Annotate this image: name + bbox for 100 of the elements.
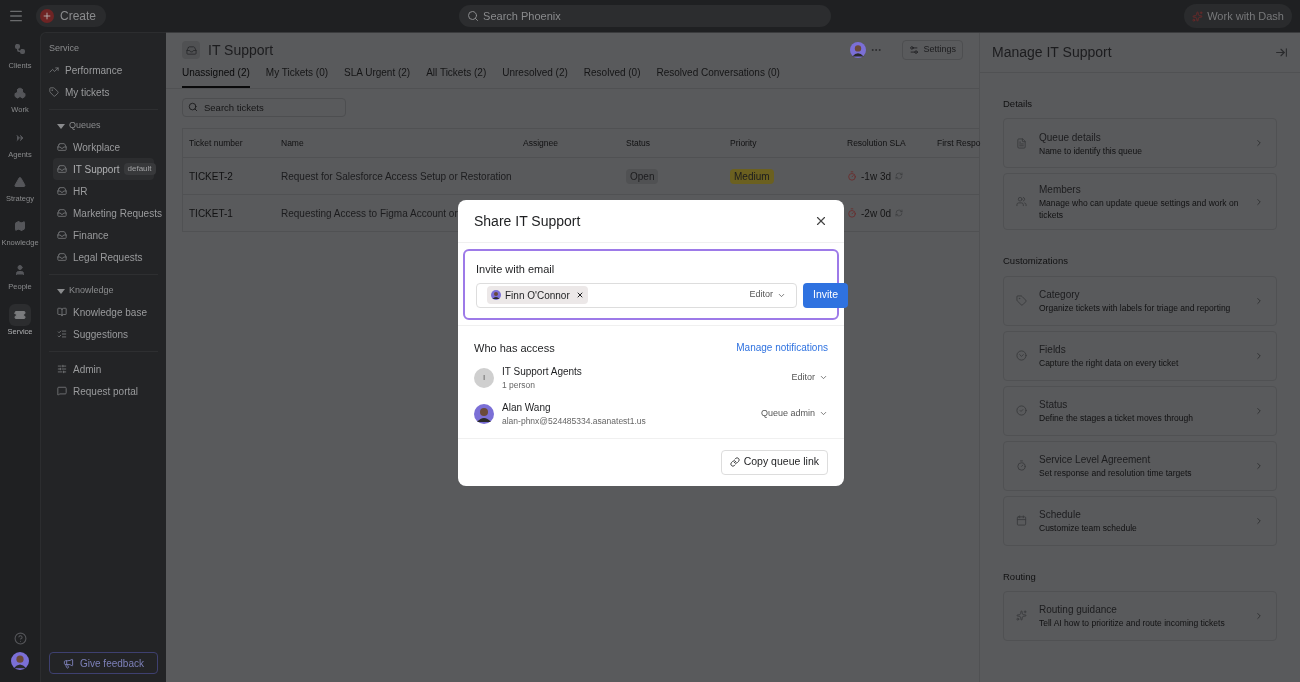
card-title: Routing guidance xyxy=(1039,603,1118,618)
tab[interactable]: All Tickets (2) xyxy=(426,65,487,88)
sidebar-item[interactable]: Admin xyxy=(53,358,106,380)
work-with-dash-button[interactable]: Work with Dash xyxy=(1184,4,1292,28)
remove-icon[interactable] xyxy=(575,291,584,299)
grid-icon xyxy=(14,87,26,100)
sidebar-item[interactable]: Workplace xyxy=(53,136,125,158)
inbox-icon xyxy=(57,142,67,152)
megaphone-icon xyxy=(63,657,75,669)
chevron-right-icon xyxy=(1254,405,1264,416)
card-title: Members xyxy=(1039,183,1082,198)
sidebar-item[interactable]: HR xyxy=(53,180,92,202)
close-icon[interactable] xyxy=(814,214,828,228)
settings-card[interactable]: Fields Capture the right data on every ticket xyxy=(1003,330,1277,381)
tab[interactable]: SLA Urgent (2) xyxy=(344,65,411,88)
create-button[interactable]: Create xyxy=(36,5,107,27)
section-heading: Queues xyxy=(69,119,101,133)
section-heading: Customizations xyxy=(1003,254,1069,269)
section-heading: Knowledge xyxy=(69,284,114,298)
card-description: Capture the right data on every ticket xyxy=(1039,357,1180,369)
group-avatar: I xyxy=(474,367,494,388)
give-feedback-button[interactable]: Give feedback xyxy=(49,652,158,674)
column-header: Name xyxy=(280,136,305,150)
triangle-icon xyxy=(14,175,26,188)
invite-field[interactable]: Finn O'Connor Editor xyxy=(476,282,797,308)
table-cell-text: TICKET-2 xyxy=(188,169,234,184)
card-description: Customize team schedule xyxy=(1039,522,1138,534)
card-title: Queue details xyxy=(1039,130,1102,145)
search-field[interactable]: Search tickets xyxy=(182,98,346,117)
person-icon xyxy=(14,264,26,277)
member-detail: alan-phnx@524485334.asanatest1.us xyxy=(502,414,647,428)
chevron-right-icon xyxy=(1254,138,1264,149)
settings-card[interactable]: Service Level Agreement Set response and resolution time targets xyxy=(1003,440,1277,491)
avatar xyxy=(11,652,29,670)
access-heading: Who has access xyxy=(474,340,555,356)
card-description: Set response and resolution time targets xyxy=(1039,467,1193,479)
member-detail: 1 person xyxy=(502,379,537,392)
card-description: Define the stages a ticket moves through xyxy=(1039,412,1195,424)
tab[interactable]: Resolved Conversations (0) xyxy=(656,65,780,88)
queue-title: IT Support xyxy=(208,40,274,60)
sla-value: -1w 3d xyxy=(861,169,891,184)
column-header: Ticket number xyxy=(188,136,244,150)
sparkle-icon xyxy=(1016,610,1027,622)
sidebar-item[interactable]: Performance xyxy=(45,59,127,81)
section-heading: Details xyxy=(1003,97,1034,111)
timer-icon xyxy=(847,171,857,181)
column-header: Status xyxy=(625,136,652,150)
inbox-icon xyxy=(57,186,67,196)
tag-icon xyxy=(49,87,59,97)
sidebar-item[interactable]: IT Support xyxy=(53,158,124,180)
settings-card[interactable]: Queue details Name to identify this queue xyxy=(1003,118,1277,169)
collapse-triangle-icon[interactable] xyxy=(57,123,65,129)
inbox-icon xyxy=(57,252,67,262)
map-icon xyxy=(14,220,26,232)
tab[interactable]: Resolved (0) xyxy=(583,65,641,88)
section-heading: Service xyxy=(49,42,79,56)
column-header: Resolution SLA xyxy=(846,136,907,150)
settings-card[interactable]: Schedule Customize team schedule xyxy=(1003,495,1277,546)
sidebar-item[interactable]: My tickets xyxy=(45,81,114,103)
card-description: Tell AI how to prioritize and route incoming tickets xyxy=(1039,617,1226,630)
search-field[interactable]: Search Phoenix xyxy=(459,5,832,27)
sidebar-item[interactable]: Knowledge base xyxy=(53,301,151,323)
link-icon xyxy=(729,457,740,467)
collapse-triangle-icon[interactable] xyxy=(57,288,65,294)
copy-link-button[interactable]: Copy queue link xyxy=(720,449,828,475)
settings-card[interactable]: Status Define the stages a ticket moves through xyxy=(1003,385,1277,436)
tag-icon xyxy=(1016,295,1027,306)
sparkle-icon xyxy=(1192,10,1204,22)
card-title: Status xyxy=(1039,398,1069,412)
chevron-right-icon xyxy=(1254,515,1264,526)
chat-icon xyxy=(57,386,67,396)
avatar xyxy=(491,290,501,300)
menu-icon[interactable] xyxy=(8,8,24,24)
sidebar-item[interactable]: Suggestions xyxy=(53,323,133,345)
tab[interactable]: Unassigned (2) xyxy=(182,65,250,88)
role-dropdown[interactable]: Editor xyxy=(749,288,786,302)
dialog-title: Share IT Support xyxy=(474,211,581,231)
chevron-right-icon xyxy=(1254,350,1264,361)
list-icon xyxy=(57,329,67,339)
card-title: Service Level Agreement xyxy=(1039,453,1152,467)
sidebar-item[interactable]: Legal Requests xyxy=(53,246,147,268)
invite-button[interactable]: Invite xyxy=(803,282,849,308)
settings-card[interactable]: Category Organize tickets with labels for triage and reporting xyxy=(1003,275,1277,326)
table-cell-text: TICKET-1 xyxy=(188,206,234,221)
tab[interactable]: My Tickets (0) xyxy=(265,65,329,88)
panel-title: Manage IT Support xyxy=(992,43,1112,62)
sidebar-item[interactable]: Marketing Requests xyxy=(53,202,166,224)
role-dropdown[interactable]: Editor xyxy=(791,371,828,385)
check-circle-icon xyxy=(1016,405,1027,416)
sliders-icon xyxy=(57,364,67,374)
chevron-right-icon xyxy=(1254,196,1264,207)
role-dropdown[interactable]: Queue admin xyxy=(760,406,828,421)
manage-notifications-link[interactable]: Manage notifications xyxy=(736,340,828,356)
sidebar-item[interactable]: Finance xyxy=(53,224,113,246)
settings-card[interactable]: Routing guidance Tell AI how to prioritize and route incoming tickets xyxy=(1003,590,1277,641)
timer-icon xyxy=(847,208,857,218)
sidebar-item[interactable]: Request portal xyxy=(53,380,143,402)
tab[interactable]: Unresolved (2) xyxy=(502,65,568,88)
avatar xyxy=(474,403,494,424)
person-chip[interactable]: Finn O'Connor xyxy=(487,286,588,304)
